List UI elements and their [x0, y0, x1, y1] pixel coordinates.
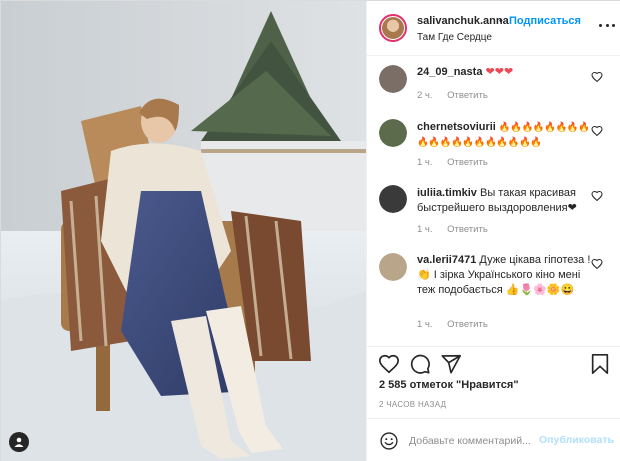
comment-input[interactable]	[409, 432, 537, 450]
user-tag-glyph	[14, 437, 24, 447]
comment-like-heart-icon[interactable]	[591, 125, 603, 137]
add-comment-bar: Опубликовать	[367, 418, 620, 461]
likes-count[interactable]: 2 585 отметок "Нравится"	[379, 379, 519, 391]
comment-time: 1 ч.	[417, 224, 433, 235]
author-avatar[interactable]	[379, 14, 407, 42]
comment-body: iuliia.timkiv Вы такая красивая быстрейш…	[417, 186, 595, 216]
comment-time: 1 ч.	[417, 157, 433, 168]
comment-like-heart-icon[interactable]	[591, 258, 603, 270]
post-location[interactable]: Там Где Сердце	[417, 32, 492, 43]
post-header: salivanchuk.anna • Подписаться Там Где С…	[367, 1, 620, 56]
reply-button[interactable]: Ответить	[447, 90, 488, 101]
post-photo[interactable]	[1, 1, 366, 461]
comment-time: 2 ч.	[417, 90, 433, 101]
comment-time: 1 ч.	[417, 319, 433, 330]
emoji-icon[interactable]	[379, 431, 399, 451]
reply-button[interactable]: Ответить	[447, 157, 488, 168]
post-time[interactable]: 2 ЧАСОВ НАЗАД	[379, 400, 446, 409]
more-options-icon[interactable]	[599, 17, 615, 33]
send-icon[interactable]	[440, 353, 462, 375]
comment-meta: 2 ч. Ответить	[417, 90, 500, 101]
post-modal: salivanchuk.anna • Подписаться Там Где С…	[0, 0, 620, 461]
comment-like-heart-icon[interactable]	[591, 190, 603, 202]
comment-avatar[interactable]	[379, 185, 407, 213]
author-username[interactable]: salivanchuk.anna	[417, 15, 509, 27]
comment-meta: 1 ч. Ответить	[417, 319, 500, 330]
comment-username[interactable]: chernetsoviurii	[417, 121, 496, 133]
header-dot: •	[499, 15, 503, 27]
comment-body: va.lerii7471 Дуже цікава гіпотеза ! 👏 І …	[417, 253, 595, 298]
comment-body: chernetsoviurii 🔥🔥🔥🔥🔥🔥🔥🔥🔥🔥🔥🔥🔥🔥🔥🔥🔥🔥🔥	[417, 120, 595, 150]
comment-avatar[interactable]	[379, 253, 407, 281]
comment-meta: 1 ч. Ответить	[417, 157, 500, 168]
post-side-panel: salivanchuk.anna • Подписаться Там Где С…	[366, 1, 620, 461]
photo-image	[1, 1, 366, 461]
comment-meta: 1 ч. Ответить	[417, 224, 500, 235]
comments-list: 24_09_nasta ❤❤❤ 2 ч. Ответить chernetsov…	[367, 56, 620, 346]
bookmark-icon[interactable]	[589, 353, 611, 375]
comment-avatar[interactable]	[379, 119, 407, 147]
comment-username[interactable]: va.lerii7471	[417, 254, 476, 266]
user-tag-icon[interactable]	[9, 432, 29, 452]
follow-button[interactable]: Подписаться	[509, 15, 581, 27]
comment-text: ❤❤❤	[485, 66, 514, 78]
reply-button[interactable]: Ответить	[447, 319, 488, 330]
comment-icon[interactable]	[409, 353, 431, 375]
comment-username[interactable]: iuliia.timkiv	[417, 187, 477, 199]
publish-button[interactable]: Опубликовать	[539, 434, 614, 446]
reply-button[interactable]: Ответить	[447, 224, 488, 235]
heart-icon[interactable]	[378, 353, 400, 375]
comment-body: 24_09_nasta ❤❤❤	[417, 65, 595, 80]
comment-like-heart-icon[interactable]	[591, 71, 603, 83]
comment-avatar[interactable]	[379, 65, 407, 93]
comment-username[interactable]: 24_09_nasta	[417, 66, 482, 78]
